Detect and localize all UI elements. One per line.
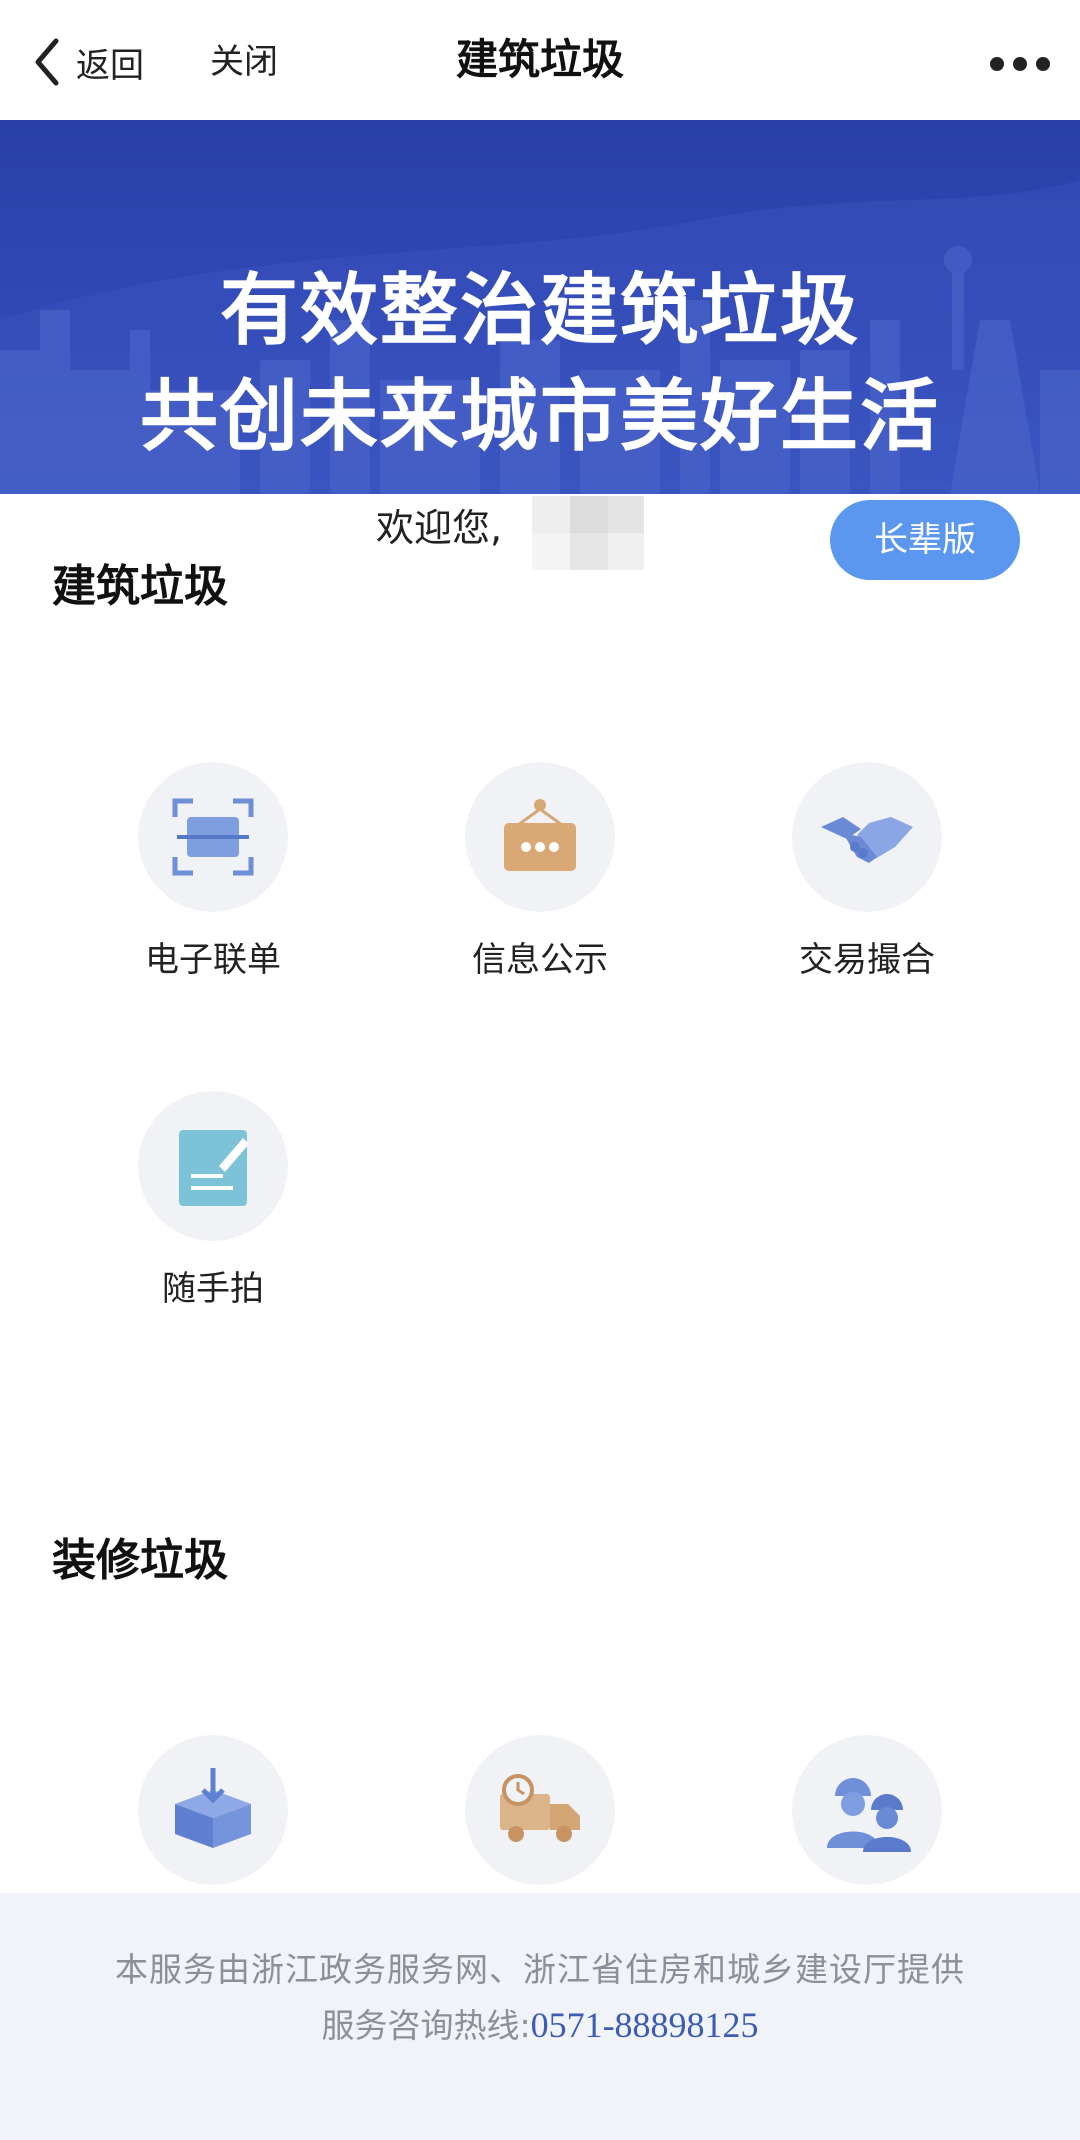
tile-label: 交易撮合 <box>799 940 935 980</box>
hotline-label: 服务咨询热线: <box>321 2006 531 2045</box>
handshake-icon <box>821 817 913 863</box>
tile-renovation-2[interactable] <box>420 1735 660 1909</box>
tile-label: 电子联单 <box>145 940 281 980</box>
tile-icon-bg <box>138 1091 288 1241</box>
username-mosaic <box>532 496 644 570</box>
section-title-renovation: 装修垃圾 <box>52 1535 228 1586</box>
tile-icon-bg <box>465 762 615 912</box>
welcome-text: 欢迎您, <box>376 506 503 550</box>
hero-banner: 有效整治建筑垃圾 共创未来城市美好生活 <box>0 120 1080 494</box>
tile-label: 信息公示 <box>472 940 608 980</box>
tile-snapshot-report[interactable]: 随手拍 <box>93 1091 333 1313</box>
hotline-number-link[interactable]: 0571-88898125 <box>531 2005 759 2045</box>
edit-note-icon <box>179 1130 249 1206</box>
tile-icon-bg <box>138 1735 288 1885</box>
more-dot-icon <box>1013 57 1027 71</box>
inbox-download-icon <box>175 1768 251 1848</box>
service-footer: 本服务由浙江政务服务网、浙江省住房和城乡建设厅提供 服务咨询热线:0571-88… <box>0 1893 1080 2140</box>
scan-icon <box>172 798 254 876</box>
banner-slogan-line1: 有效整治建筑垃圾 <box>219 266 860 356</box>
hotline-row: 服务咨询热线:0571-88898125 <box>0 1999 1080 2047</box>
page-title: 建筑垃圾 <box>455 35 624 84</box>
tile-icon-bg <box>138 762 288 912</box>
banner-slogan-line2: 共创未来城市美好生活 <box>139 372 940 462</box>
tile-icon-bg <box>465 1735 615 1885</box>
section-title-construction: 建筑垃圾 <box>52 561 228 612</box>
tile-label: 随手拍 <box>162 1269 264 1309</box>
truck-clock-icon <box>500 1774 580 1842</box>
tile-electronic-manifest[interactable]: 电子联单 <box>93 762 333 984</box>
tile-icon-bg <box>792 1735 942 1885</box>
tile-public-notice[interactable]: 信息公示 <box>420 762 660 984</box>
tile-renovation-1[interactable] <box>93 1735 333 1909</box>
tile-icon-bg <box>792 762 942 912</box>
more-dot-icon <box>990 57 1004 71</box>
elder-mode-button[interactable]: 长辈版 <box>830 500 1020 580</box>
notice-board-icon <box>504 799 576 871</box>
more-dot-icon <box>1036 57 1050 71</box>
workers-icon <box>827 1778 911 1852</box>
tile-trade-matching[interactable]: 交易撮合 <box>747 762 987 984</box>
top-nav-bar: 返回 关闭 建筑垃圾 <box>0 0 1080 120</box>
more-options-button[interactable] <box>990 44 1050 84</box>
service-provider-text: 本服务由浙江政务服务网、浙江省住房和城乡建设厅提供 <box>115 1950 965 1989</box>
tile-renovation-3[interactable] <box>747 1735 987 1909</box>
